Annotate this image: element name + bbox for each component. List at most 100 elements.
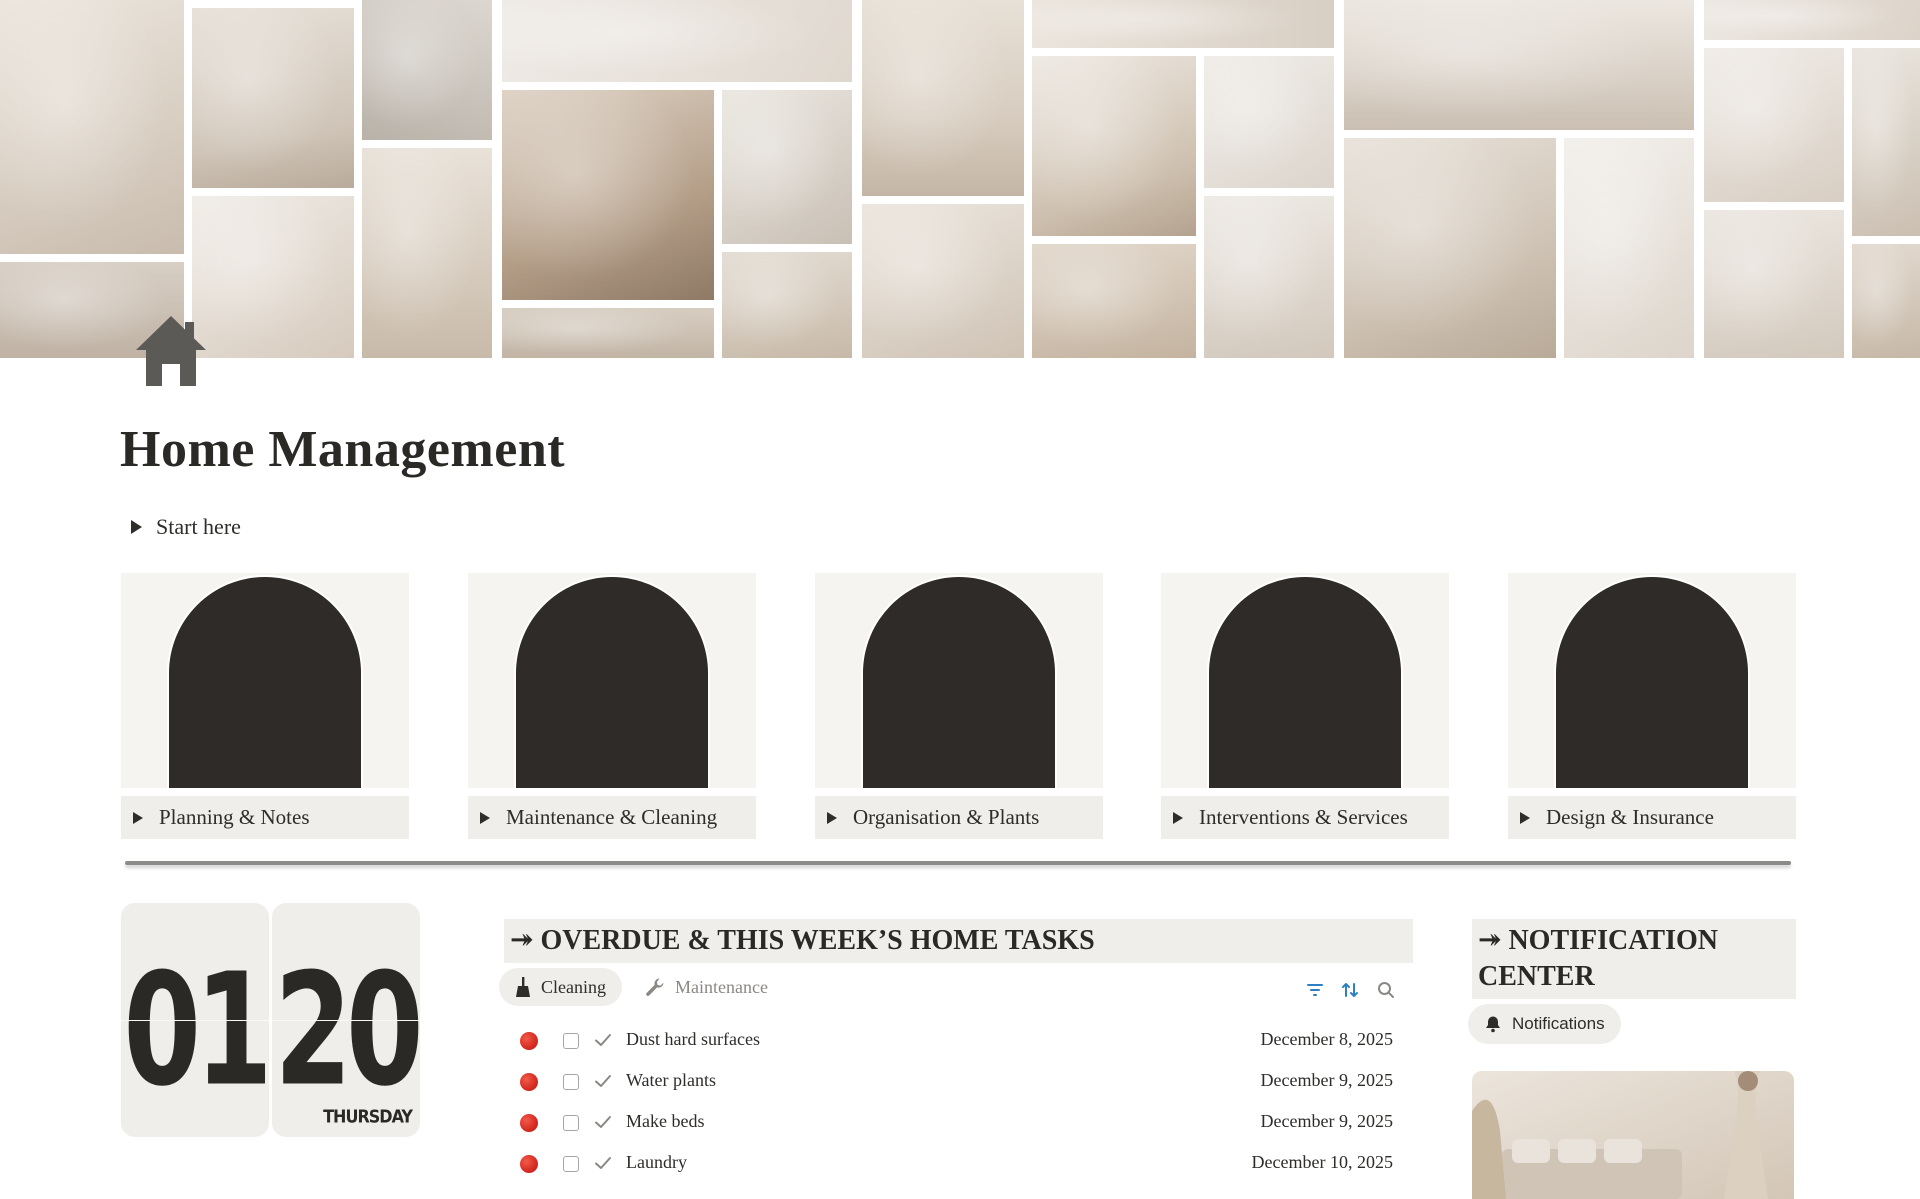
clock-minute-card: 20 THURSDAY — [272, 903, 424, 1137]
category-card-organisation[interactable]: Organisation & Plants — [815, 573, 1103, 839]
category-toggle[interactable]: Organisation & Plants — [815, 796, 1103, 839]
cover-photo — [1704, 48, 1844, 202]
flip-divider — [272, 1020, 420, 1021]
cover-photo — [1344, 0, 1694, 130]
notification-section-title: ↠ NOTIFICATION CENTER — [1472, 919, 1796, 999]
cover-photo — [1032, 0, 1334, 48]
table-row[interactable]: Laundry December 10, 2025 — [515, 1143, 1395, 1184]
tab-label: Cleaning — [541, 976, 606, 997]
tab-label: Notifications — [1512, 1014, 1605, 1033]
notification-cover-image — [1472, 1071, 1794, 1199]
sort-icon[interactable] — [1340, 980, 1360, 1000]
cover-photo — [1204, 196, 1334, 358]
category-toggle[interactable]: Design & Insurance — [1508, 796, 1796, 839]
house-icon[interactable] — [132, 312, 210, 390]
task-checkbox[interactable] — [563, 1156, 579, 1172]
cover-photo — [722, 252, 852, 358]
page-title: Home Management — [120, 421, 566, 478]
task-date: December 10, 2025 — [1251, 1152, 1393, 1172]
checkmark-icon — [595, 1034, 611, 1046]
overdue-status-icon — [520, 1032, 538, 1050]
task-checkbox[interactable] — [563, 1115, 579, 1131]
tab-notifications[interactable]: Notifications — [1468, 1004, 1621, 1044]
arch-shape — [1209, 577, 1401, 788]
card-image — [121, 573, 409, 788]
category-toggle[interactable]: Planning & Notes — [121, 796, 409, 839]
tab-maintenance[interactable]: Maintenance — [629, 968, 784, 1006]
checkmark-icon — [595, 1157, 611, 1169]
card-image — [1161, 573, 1449, 788]
task-date: December 8, 2025 — [1260, 1029, 1393, 1049]
filter-icon[interactable] — [1305, 980, 1325, 1000]
table-row[interactable]: Make beds December 9, 2025 — [515, 1102, 1395, 1143]
cover-photo — [1852, 48, 1920, 236]
category-toggle[interactable]: Maintenance & Cleaning — [468, 796, 756, 839]
task-name[interactable]: Water plants — [626, 1070, 716, 1091]
cover-photo — [362, 148, 492, 358]
cover-image — [0, 0, 1920, 358]
category-label: Interventions & Services — [1199, 805, 1408, 829]
arch-shape — [1556, 577, 1748, 788]
category-toggle[interactable]: Interventions & Services — [1161, 796, 1449, 839]
category-card-maintenance[interactable]: Maintenance & Cleaning — [468, 573, 756, 839]
checkmark-icon — [595, 1116, 611, 1128]
card-image — [468, 573, 756, 788]
card-image — [815, 573, 1103, 788]
category-card-planning[interactable]: Planning & Notes — [121, 573, 409, 839]
task-name[interactable]: Dust hard surfaces — [626, 1029, 760, 1050]
flip-divider — [121, 1020, 269, 1021]
toggle-arrow-icon[interactable] — [827, 811, 837, 824]
cover-photo — [192, 8, 354, 188]
cover-photo — [1852, 244, 1920, 358]
category-card-interventions[interactable]: Interventions & Services — [1161, 573, 1449, 839]
cover-photo — [862, 204, 1024, 358]
cover-photo — [1564, 138, 1694, 358]
tab-label: Maintenance — [675, 976, 768, 997]
clock-hour-card: 01 — [121, 903, 273, 1137]
cover-photo — [862, 0, 1024, 196]
tab-cleaning[interactable]: Cleaning — [499, 968, 622, 1006]
arch-shape — [863, 577, 1055, 788]
cover-photo — [0, 0, 184, 254]
cover-photo — [362, 0, 492, 140]
start-here-toggle[interactable]: Start here — [131, 514, 241, 540]
task-name[interactable]: Make beds — [626, 1111, 704, 1132]
task-checkbox[interactable] — [563, 1074, 579, 1090]
bell-icon — [1486, 1016, 1500, 1033]
task-date: December 9, 2025 — [1260, 1070, 1393, 1090]
category-label: Planning & Notes — [159, 805, 310, 829]
broom-icon — [516, 977, 530, 997]
clock-minute: 20 — [274, 941, 423, 1121]
overdue-status-icon — [520, 1073, 538, 1091]
toggle-arrow-icon[interactable] — [133, 811, 143, 824]
card-image — [1508, 573, 1796, 788]
cover-photo — [1344, 138, 1556, 358]
cover-photo — [502, 308, 714, 358]
toggle-label: Start here — [156, 514, 241, 539]
overdue-status-icon — [520, 1114, 538, 1132]
table-row[interactable]: Water plants December 9, 2025 — [515, 1061, 1395, 1102]
wrench-icon — [646, 978, 664, 996]
overdue-status-icon — [520, 1155, 538, 1173]
cover-photo — [1704, 0, 1920, 40]
category-label: Organisation & Plants — [853, 805, 1040, 829]
toggle-arrow-icon[interactable] — [1173, 811, 1183, 824]
cover-photo — [192, 196, 354, 358]
task-name[interactable]: Laundry — [626, 1152, 687, 1173]
search-icon[interactable] — [1376, 980, 1396, 1000]
cover-photo — [1032, 244, 1196, 358]
cover-photo — [1704, 210, 1844, 358]
table-row[interactable]: Dust hard surfaces December 8, 2025 — [515, 1020, 1395, 1061]
task-checkbox[interactable] — [563, 1033, 579, 1049]
toggle-arrow-icon[interactable] — [480, 811, 490, 824]
category-card-design[interactable]: Design & Insurance — [1508, 573, 1796, 839]
clock-hour: 01 — [123, 941, 272, 1121]
toggle-arrow-icon[interactable] — [1520, 811, 1530, 824]
cover-photo — [1032, 56, 1196, 236]
section-divider — [125, 861, 1791, 865]
category-label: Maintenance & Cleaning — [506, 805, 718, 829]
arch-shape — [169, 577, 361, 788]
toggle-arrow-icon[interactable] — [131, 520, 142, 534]
checkmark-icon — [595, 1075, 611, 1087]
category-label: Design & Insurance — [1546, 805, 1714, 829]
